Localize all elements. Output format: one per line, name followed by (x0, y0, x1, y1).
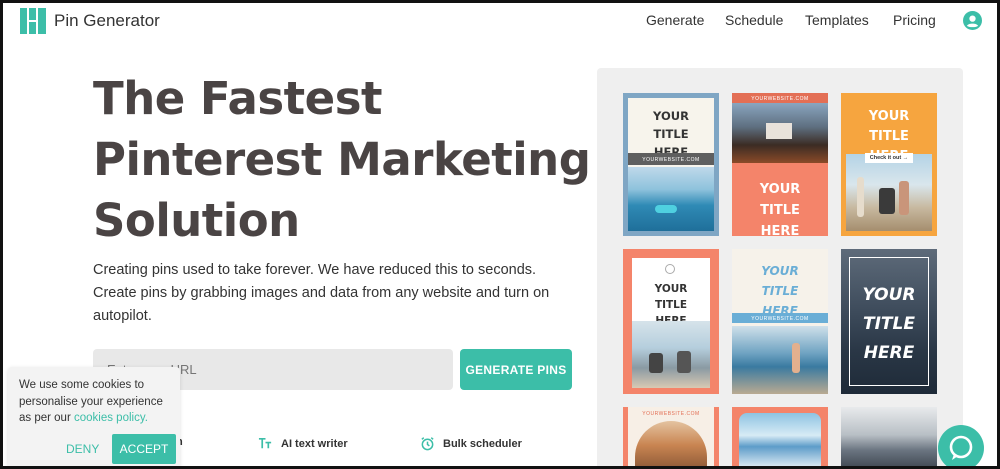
generate-pins-button[interactable]: GENERATE PINS (460, 349, 572, 390)
feature-item: Bulk scheduler (420, 436, 522, 451)
nav-link-pricing[interactable]: Pricing (893, 12, 936, 28)
pin-website: YOURWEBSITE.COM (751, 96, 809, 102)
chat-bubble-icon (949, 435, 973, 460)
pin-title: YOUR TITLE HERE (759, 182, 801, 236)
chat-button[interactable] (938, 425, 984, 469)
nav-link-templates[interactable]: Templates (805, 12, 869, 28)
nav-link-schedule[interactable]: Schedule (725, 12, 783, 28)
deny-button[interactable]: DENY (66, 442, 99, 456)
pin-cta: Check it out → (865, 153, 913, 163)
hero-title-line: Pinterest Marketing (93, 133, 591, 186)
accept-button[interactable]: ACCEPT (112, 434, 176, 464)
hero-description: Creating pins used to take forever. We h… (93, 262, 550, 324)
feature-label: AI text writer (281, 437, 348, 450)
pin-website: YOURWEBSITE.COM (642, 157, 700, 163)
pin-template-card[interactable] (841, 407, 937, 469)
pin-website: YOURWEBSITE.COM (642, 411, 700, 417)
brand-name[interactable]: Pin Generator (54, 11, 160, 31)
hero-title-line: The Fastest (93, 72, 383, 125)
feature-item: AI text writer (258, 436, 348, 451)
cookies-policy-link[interactable]: cookies policy. (74, 412, 148, 424)
feature-label: Bulk scheduler (443, 437, 522, 450)
nav-link-generate[interactable]: Generate (646, 12, 704, 28)
top-navbar: Pin Generator Generate Schedule Template… (0, 0, 1000, 44)
pin-template-card[interactable]: YOUR TITLE HERE YOURWEBSITE.COM (732, 249, 828, 394)
pin-template-card[interactable] (732, 407, 828, 469)
pin-template-card[interactable]: YOUR TITLE HERE (623, 249, 719, 394)
pin-website: YOURWEBSITE.COM (751, 316, 809, 322)
pin-template-card[interactable]: YOUR TITLE HERE Check it out → (841, 93, 937, 236)
pin-preview-panel: YOUR TITLE HERE YOURWEBSITE.COM YOURWEBS… (597, 68, 963, 469)
pin-template-card[interactable]: YOURWEBSITE.COM YOUR TITLE HERE (732, 93, 828, 236)
cookie-consent-banner: We use some cookies to personalise your … (8, 367, 180, 469)
cookie-message: We use some cookies to personalise your … (19, 377, 169, 427)
user-circle-icon[interactable] (963, 11, 982, 30)
pin-template-card[interactable]: YOUR TITLE HERE YOURWEBSITE.COM (623, 93, 719, 236)
pin-template-card[interactable]: YOURWEBSITE.COM (623, 407, 719, 469)
pin-template-card[interactable]: YOUR TITLE HERE (841, 249, 937, 394)
pin-title: YOUR TITLE HERE (761, 264, 799, 318)
hero-title-line: Solution (93, 194, 300, 247)
alarm-clock-icon (421, 437, 434, 451)
text-tt-icon (258, 437, 272, 449)
hero-title: The Fastest Pinterest Marketing Solution (93, 68, 593, 251)
pin-generator-logo-icon[interactable] (20, 8, 46, 34)
pin-title: YOUR TITLE HERE (862, 285, 916, 363)
